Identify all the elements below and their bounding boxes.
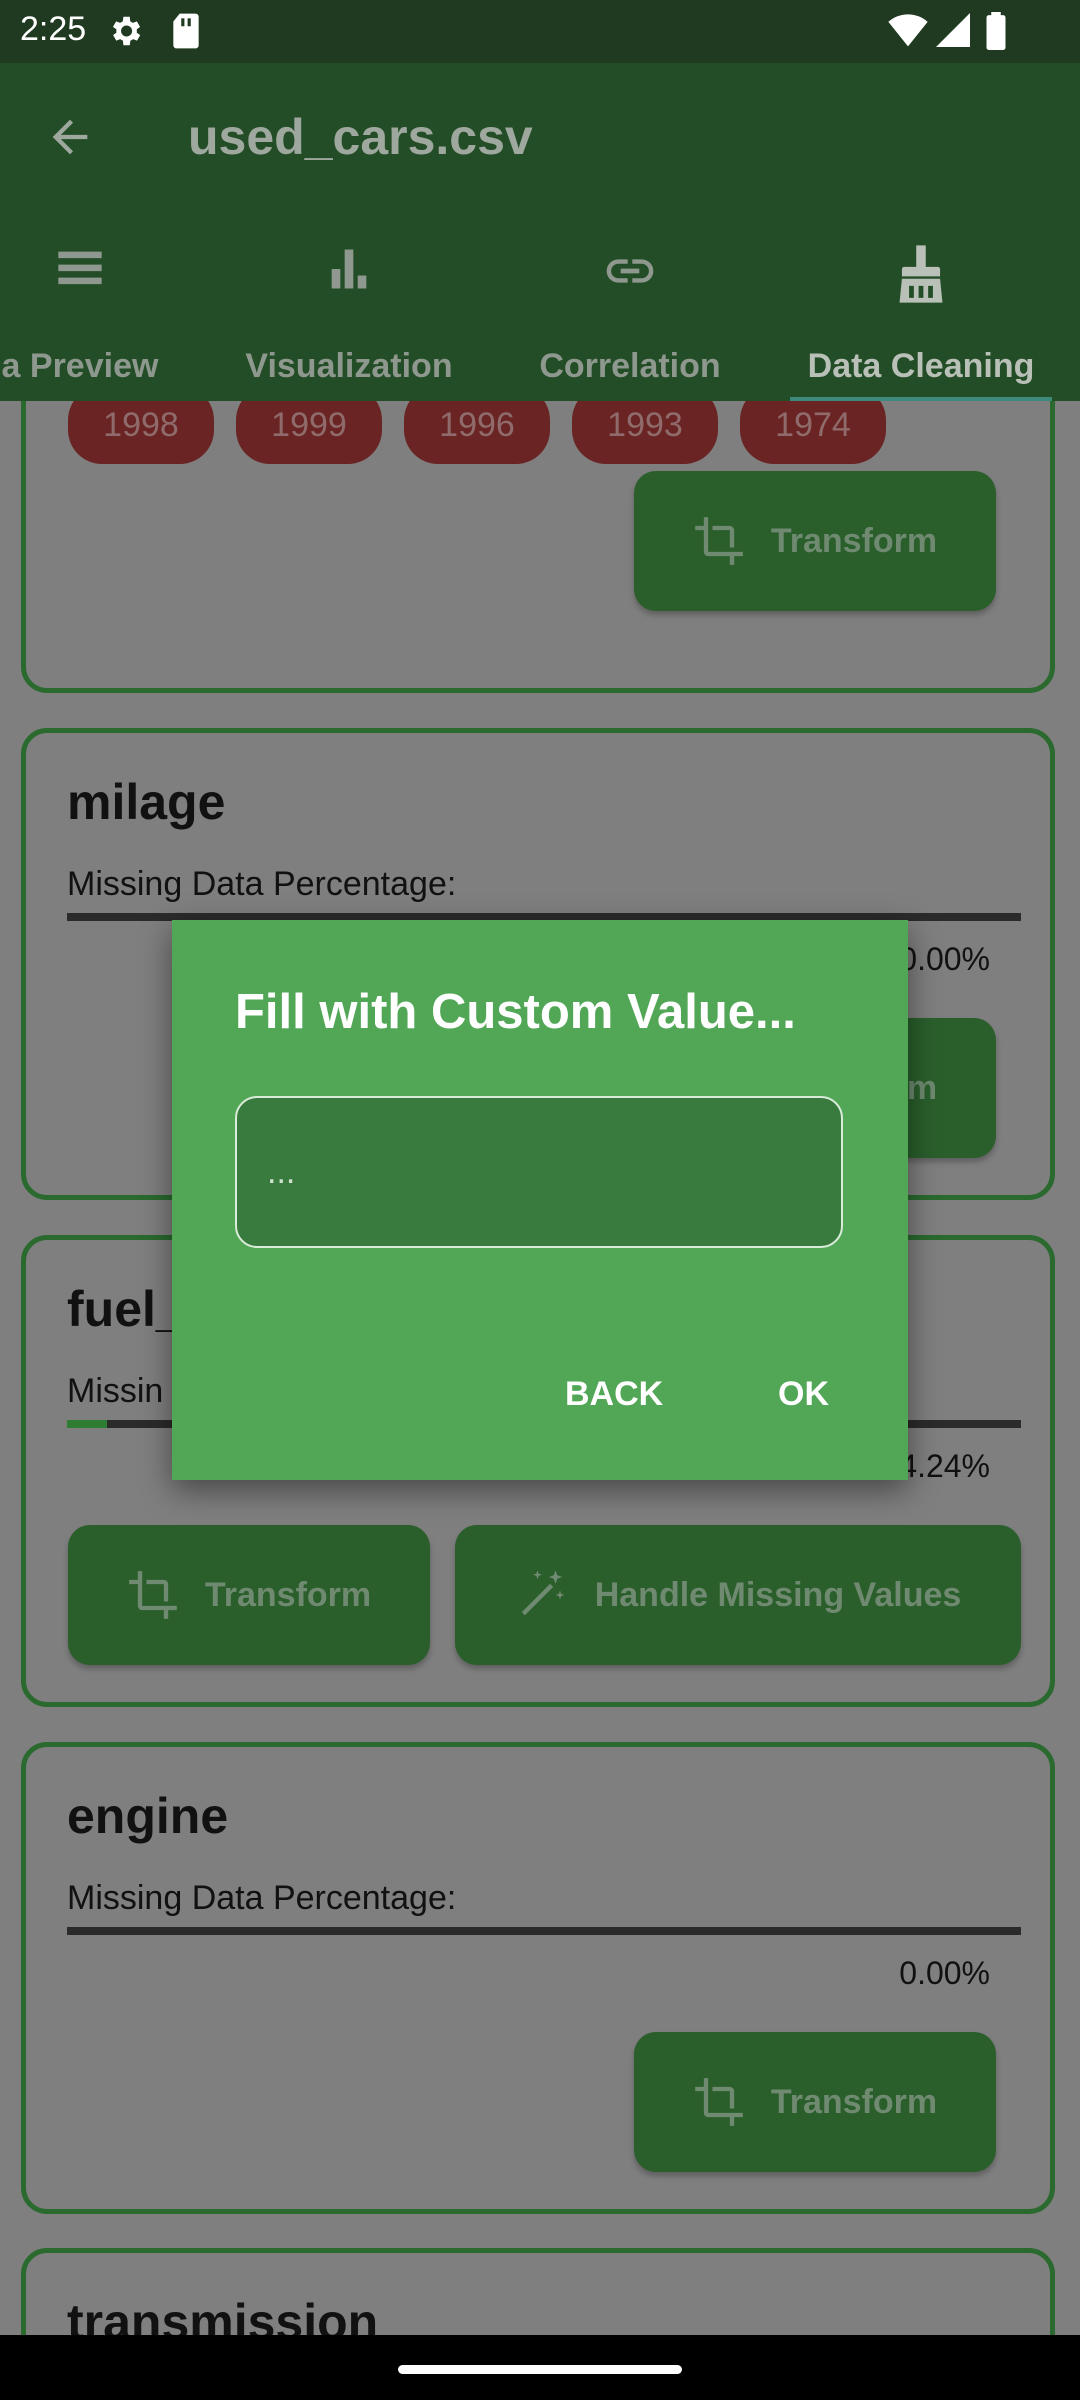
tab-data-cleaning[interactable]: Data Cleaning: [790, 223, 1052, 401]
column-name: milage: [67, 774, 226, 830]
tab-data-preview[interactable]: a Preview: [0, 223, 180, 401]
tab-label: Visualization: [245, 347, 453, 385]
app-title: used_cars.csv: [188, 109, 533, 165]
custom-value-input[interactable]: [235, 1096, 843, 1248]
app-bar: used_cars.csv a Preview Visualization Co…: [0, 63, 1080, 401]
settings-icon: [106, 12, 144, 50]
status-bar: 2:25: [0, 0, 1080, 63]
column-name: engine: [67, 1788, 229, 1844]
column-name: fuel_: [67, 1281, 184, 1337]
transform-label: Transform: [204, 1575, 372, 1614]
crop-icon: [693, 515, 745, 567]
custom-value-dialog: Fill with Custom Value... BACK OK: [172, 920, 908, 1480]
battery-icon: [986, 12, 1006, 50]
missing-data-label: Missin: [67, 1372, 164, 1410]
tab-label: Data Cleaning: [807, 347, 1035, 385]
list-icon: [54, 243, 106, 295]
crop-icon: [127, 1569, 179, 1621]
transform-button[interactable]: Transform: [634, 2032, 996, 2172]
year-chip[interactable]: 1974: [740, 401, 886, 464]
handle-missing-label: Handle Missing Values: [594, 1575, 962, 1614]
column-name: transmission: [67, 2294, 379, 2335]
handle-missing-values-button[interactable]: Handle Missing Values: [455, 1525, 1021, 1665]
signal-icon: [936, 12, 970, 48]
transform-label: Transform: [770, 521, 938, 560]
home-gesture-handle[interactable]: [398, 2365, 682, 2374]
dialog-title: Fill with Custom Value...: [235, 985, 796, 1039]
status-time: 2:25: [20, 10, 87, 48]
missing-percentage: 0.00%: [899, 941, 990, 977]
transform-label: Transform: [770, 2082, 938, 2121]
bar-chart-icon: [323, 243, 375, 295]
year-chip[interactable]: 1996: [404, 401, 550, 464]
progress-fill: [67, 1420, 108, 1428]
missing-data-label: Missing Data Percentage:: [67, 865, 457, 903]
column-card: 1998 1999 1996 1993 1974 Transform: [21, 401, 1055, 693]
sd-card-icon: [170, 12, 202, 50]
missing-percentage: 4.24%: [899, 1448, 990, 1484]
transform-button[interactable]: Transform: [68, 1525, 430, 1665]
transform-button[interactable]: Transform: [634, 471, 996, 611]
back-arrow-icon[interactable]: [44, 111, 96, 163]
year-chip[interactable]: 1998: [68, 401, 214, 464]
tab-visualization[interactable]: Visualization: [235, 223, 463, 401]
missing-data-label: Missing Data Percentage:: [67, 1879, 457, 1917]
year-chip[interactable]: 1993: [572, 401, 718, 464]
broom-icon: [892, 243, 950, 305]
crop-icon: [693, 2076, 745, 2128]
missing-progress-bar: [67, 1927, 1021, 1935]
tab-label: a Preview: [1, 347, 159, 385]
navigation-bar: [0, 2335, 1080, 2400]
year-chip[interactable]: 1999: [236, 401, 382, 464]
back-button[interactable]: BACK: [565, 1375, 663, 1414]
ok-button[interactable]: OK: [778, 1375, 829, 1414]
column-card-transmission: transmission: [21, 2248, 1055, 2335]
wifi-icon: [888, 12, 928, 48]
link-icon: [602, 243, 658, 299]
tab-correlation[interactable]: Correlation: [520, 223, 740, 401]
tab-label: Correlation: [539, 347, 721, 385]
missing-percentage: 0.00%: [899, 1955, 990, 1991]
magic-wand-icon: [515, 1568, 569, 1622]
column-card-engine: engine Missing Data Percentage: 0.00% Tr…: [21, 1742, 1055, 2214]
